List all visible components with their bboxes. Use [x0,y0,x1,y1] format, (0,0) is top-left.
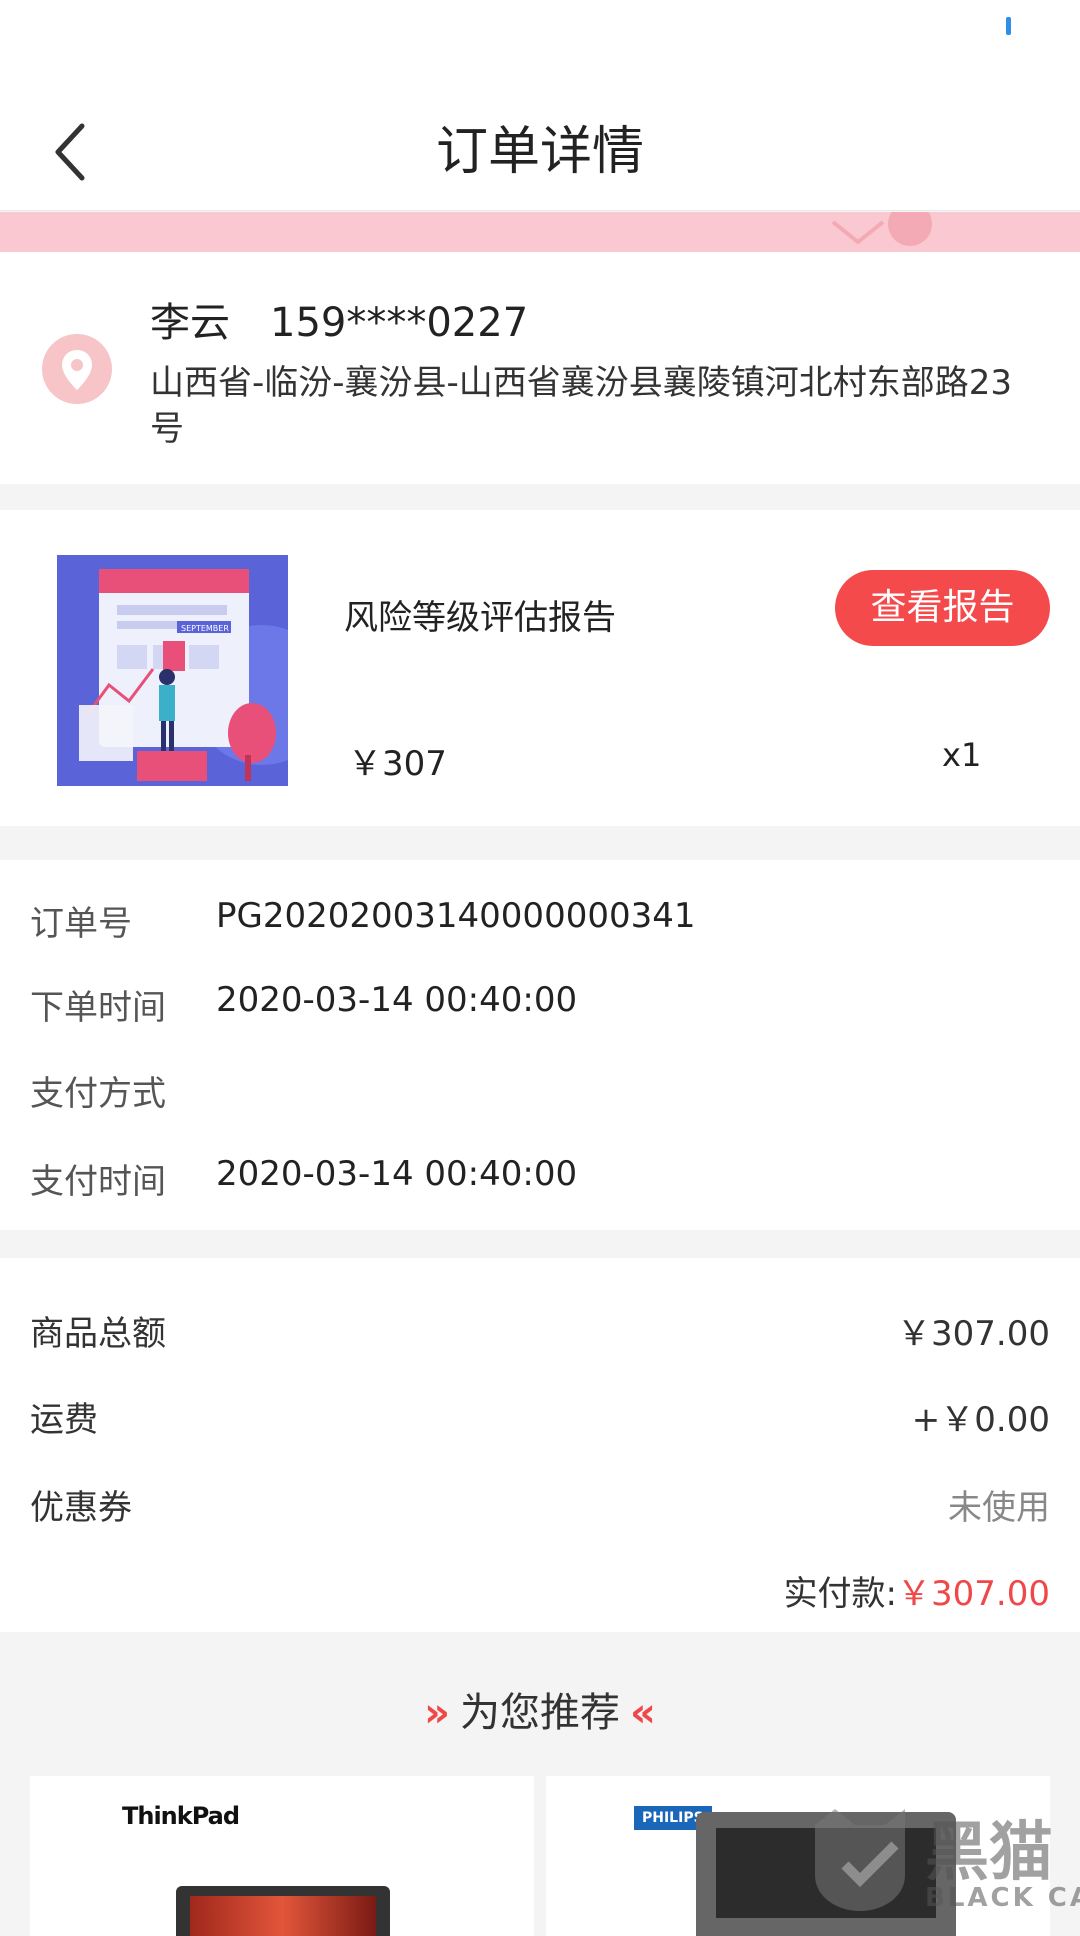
product-image: SEPTEMBER [57,555,332,786]
recipient-address: 山西省-临汾-襄汾县-山西省襄汾县襄陵镇河北村东部路23号 [150,363,1013,449]
paid-label: 实付款: [783,1574,898,1614]
watermark: 黑猫 BLACK CAT [805,1805,1080,1920]
contact-line: 李云 159****0227 [150,290,528,348]
pay-method-label: 支付方式 [30,1074,166,1114]
cat-logo-icon [815,1809,905,1911]
product-quantity: x1 [942,736,982,774]
watermark-cn: 黑猫 [925,1816,1053,1890]
recommend-header: » 为您推荐 « [0,1680,1080,1738]
coupon-label: 优惠券 [30,1488,132,1528]
shipping-label: 运费 [30,1400,98,1440]
location-pin-icon [42,334,112,404]
recipient-phone: 159****0227 [270,300,529,346]
product-thumbnail-screen [190,1896,376,1936]
header: 订单详情 [0,54,1080,211]
shipping-value: +￥0.00 [911,1400,1050,1440]
address-decoration-band [0,212,1080,252]
view-report-button[interactable]: 查看报告 [835,570,1050,646]
double-chevron-right-icon: » [424,1690,450,1736]
status-indicator [1006,17,1011,35]
product-name: 风险等级评估报告 [344,598,616,638]
paid-total: 实付款:￥307.00 [784,1566,1050,1615]
order-number-value: PG20202003140000000341 [216,896,696,936]
order-time-label: 下单时间 [30,988,166,1028]
order-time-value: 2020-03-14 00:40:00 [216,980,578,1020]
pay-time-value: 2020-03-14 00:40:00 [216,1154,578,1194]
watermark-en: BLACK CAT [925,1883,1080,1913]
order-number-label: 订单号 [30,904,132,944]
pay-time-label: 支付时间 [30,1162,166,1202]
brand-logo: ThinkPad [122,1802,240,1830]
status-bar [0,0,1080,54]
coupon-value: 未使用 [948,1488,1050,1528]
paid-value: ￥307.00 [897,1574,1050,1614]
product-price: ￥307 [348,744,447,784]
recommend-title: 为您推荐 [460,1690,620,1736]
subtotal-label: 商品总额 [30,1314,166,1354]
subtotal-value: ￥307.00 [897,1314,1050,1354]
svg-text:SEPTEMBER: SEPTEMBER [181,624,229,633]
recommend-item[interactable]: ThinkPad [30,1776,534,1936]
page-title: 订单详情 [435,122,644,182]
recipient-name: 李云 [150,300,230,346]
double-chevron-left-icon: « [630,1690,656,1736]
band-decoration [831,212,932,246]
